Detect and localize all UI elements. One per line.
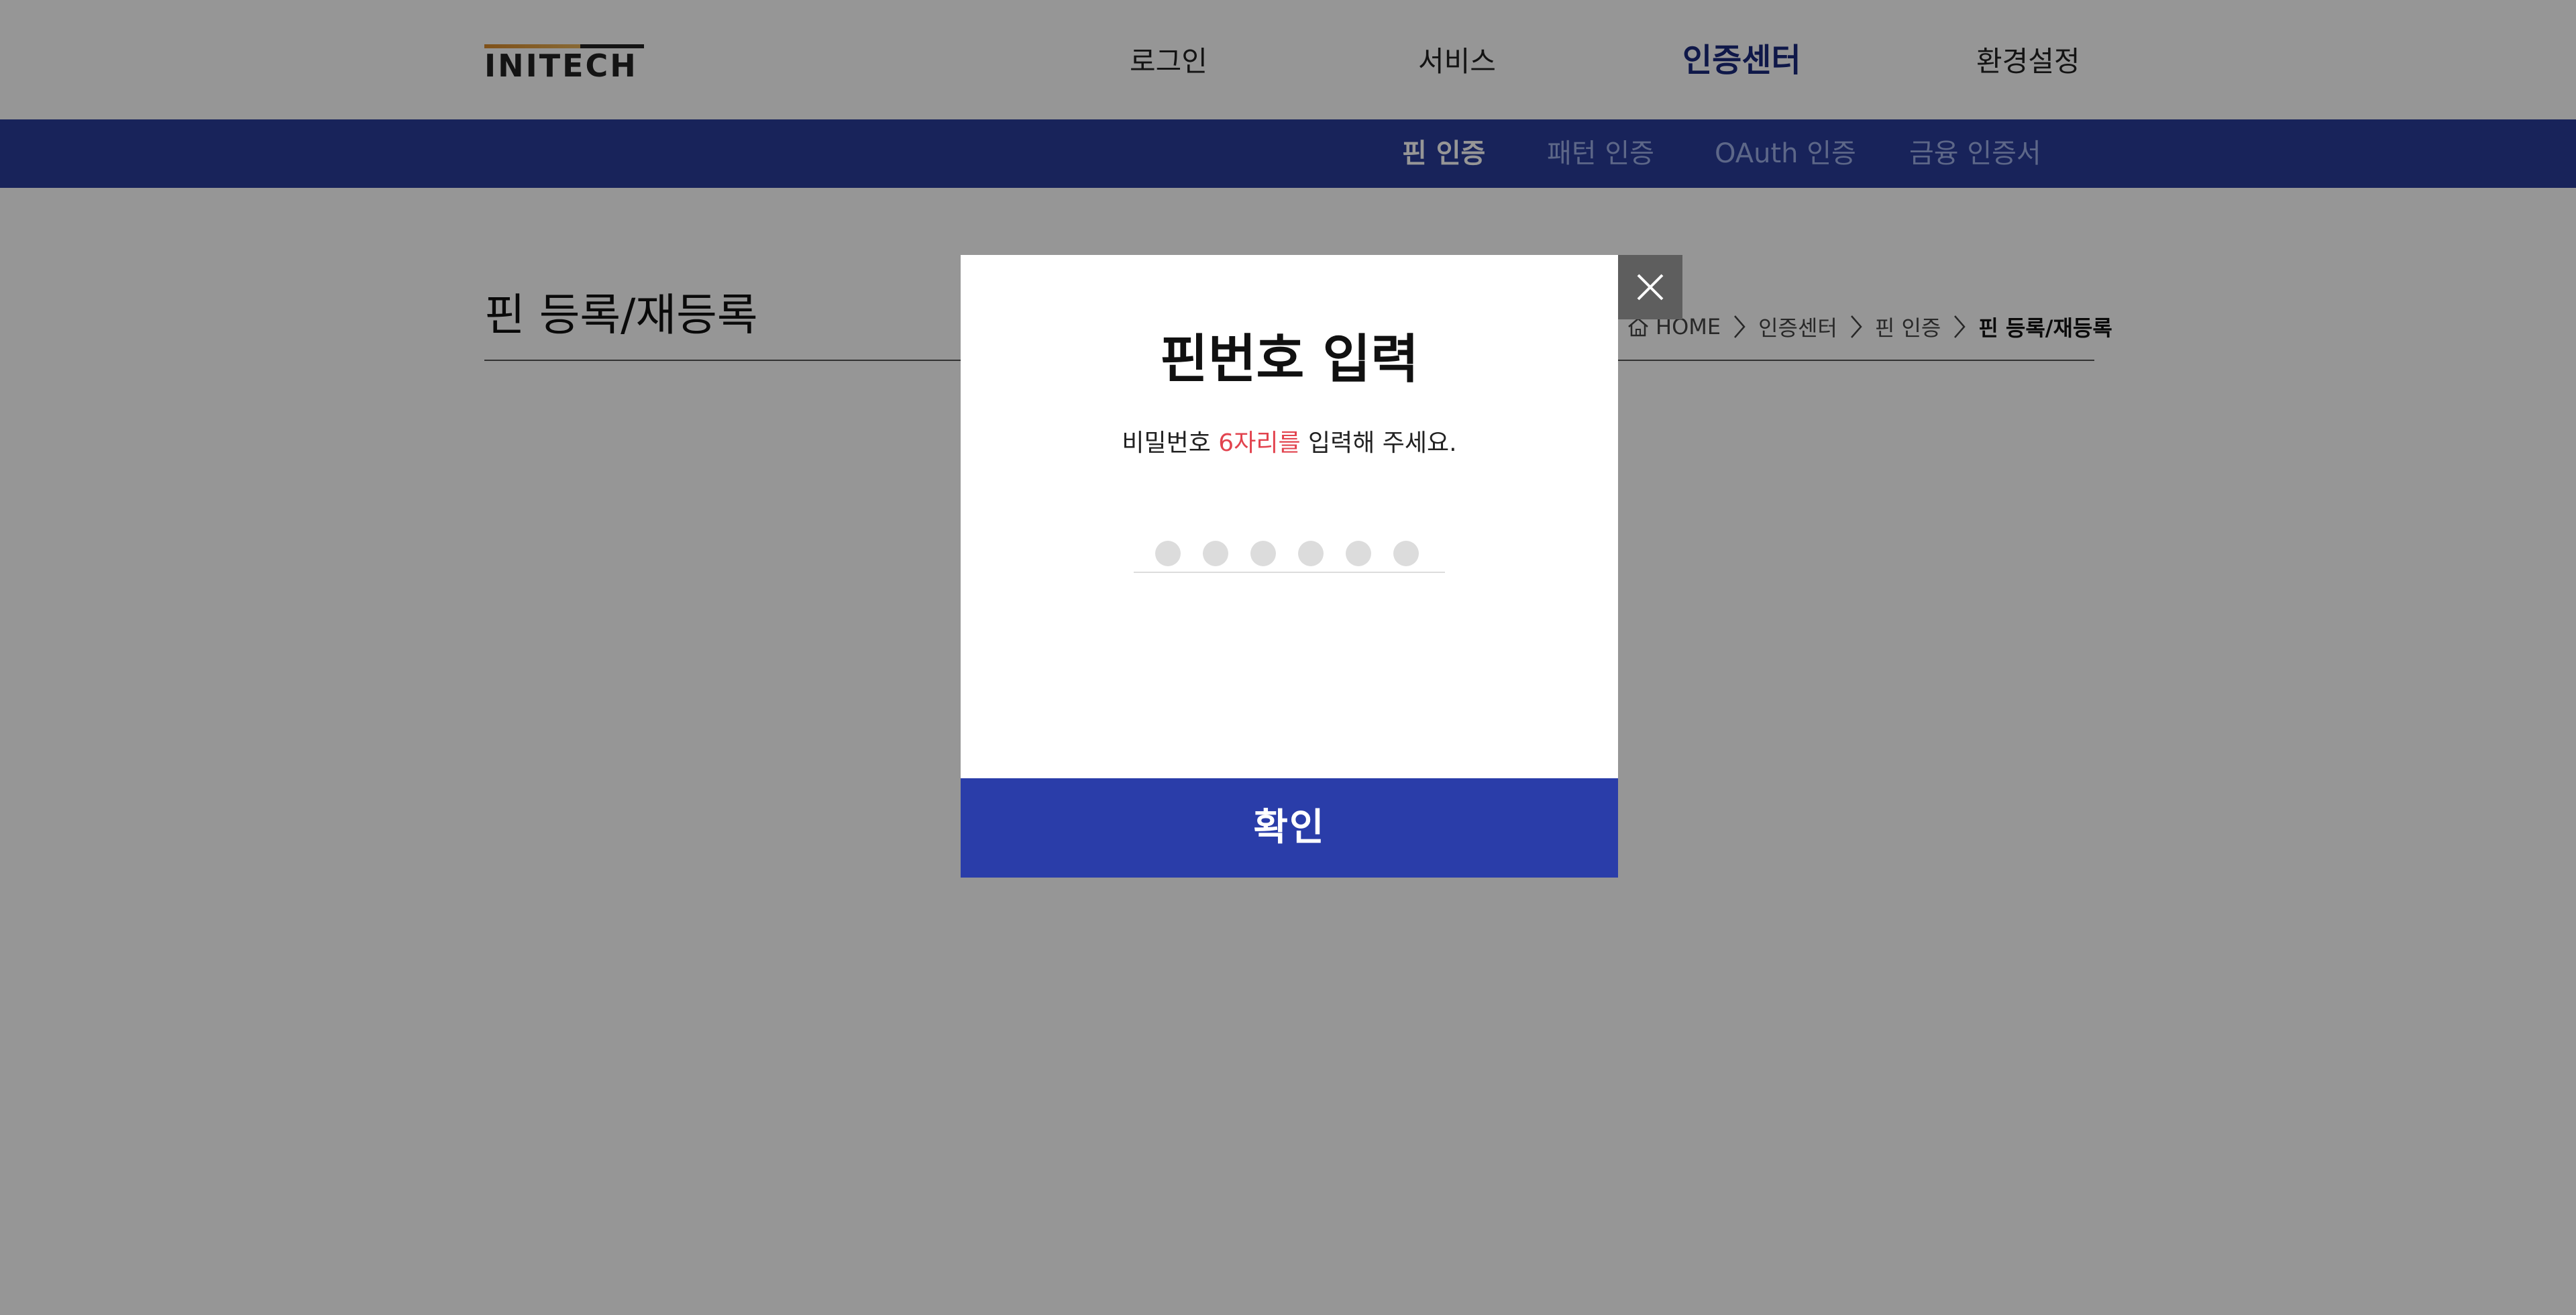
desc-highlight: 6자리를 <box>1218 429 1301 457</box>
pin-dot <box>1346 541 1371 566</box>
desc-prefix: 비밀번호 <box>1122 429 1219 457</box>
desc-suffix: 입력해 주세요. <box>1300 429 1457 457</box>
pin-input-field[interactable] <box>1134 533 1445 573</box>
pin-dot <box>1155 541 1181 566</box>
pin-input-modal: 핀번호 입력 비밀번호 6자리를 입력해 주세요. 확인 <box>961 255 1618 878</box>
confirm-button[interactable]: 확인 <box>961 778 1618 878</box>
close-icon <box>1637 274 1664 301</box>
pin-dot <box>1203 541 1228 566</box>
pin-dot <box>1250 541 1276 566</box>
pin-dot <box>1393 541 1419 566</box>
modal-description: 비밀번호 6자리를 입력해 주세요. <box>961 427 1618 460</box>
modal-close-button[interactable] <box>1618 255 1682 319</box>
pin-dot <box>1298 541 1324 566</box>
modal-title: 핀번호 입력 <box>1160 329 1419 390</box>
